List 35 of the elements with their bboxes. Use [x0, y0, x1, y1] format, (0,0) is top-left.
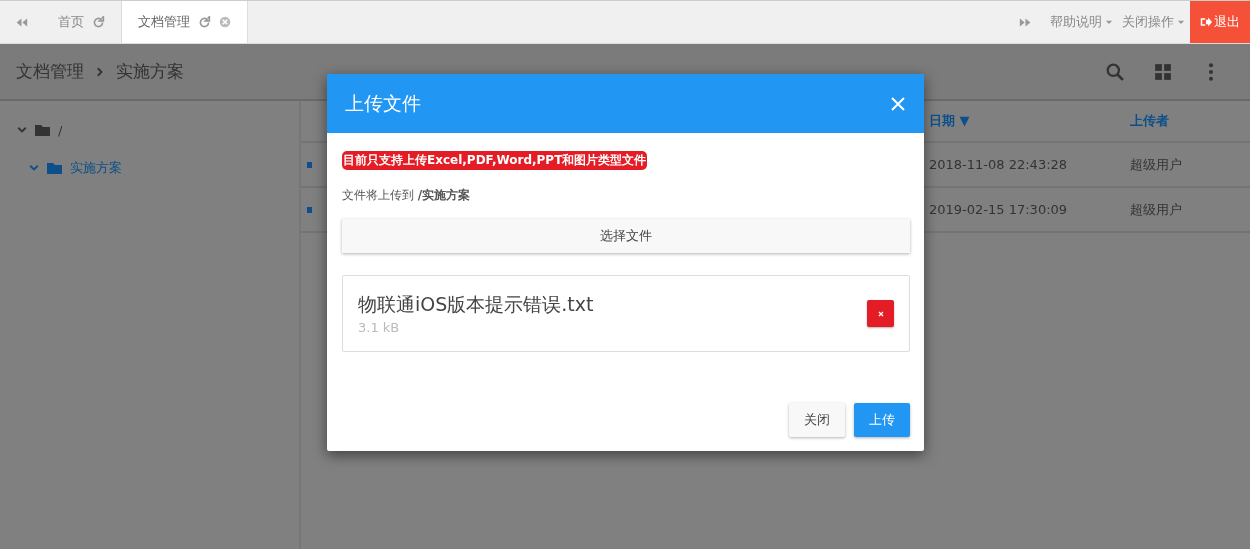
upload-target-text: 文件将上传到 /实施方案	[342, 187, 472, 204]
column-header[interactable]: 日期 ▼	[929, 112, 1130, 130]
close-icon	[876, 309, 885, 318]
search-icon	[1106, 62, 1124, 81]
upload-button[interactable]: 上传	[854, 403, 910, 437]
table-cell-text: 2018-11-08 22:43:28	[929, 157, 1069, 172]
cancel-button[interactable]: 关闭	[789, 403, 845, 437]
logout-button[interactable]: 退出	[1190, 1, 1250, 43]
breadcrumb-item[interactable]: 文档管理	[16, 60, 84, 83]
breadcrumb-item: 实施方案	[116, 60, 184, 83]
tree-node[interactable]: /	[16, 111, 283, 149]
dialog-title: 上传文件	[345, 90, 421, 116]
folder-icon	[34, 122, 52, 138]
menu-dropdown[interactable]: 帮助说明	[1046, 1, 1118, 43]
tab[interactable]: 文档管理	[122, 1, 248, 43]
sign-out-icon	[1200, 16, 1212, 28]
column-header[interactable]: 上传者	[1130, 112, 1250, 130]
close-circle-icon	[219, 16, 231, 28]
close-icon	[890, 95, 906, 112]
table-cell-text: 超级用户	[1130, 200, 1183, 219]
double-left-icon	[14, 15, 28, 29]
file-size: 3.1 kB	[358, 320, 401, 335]
choose-file-button[interactable]: 选择文件	[342, 219, 910, 253]
close-button[interactable]	[890, 95, 906, 112]
tree-node[interactable]: 实施方案	[16, 149, 283, 187]
remove-file-button[interactable]	[867, 300, 894, 327]
folder-icon	[46, 160, 64, 176]
refresh-icon	[198, 15, 211, 29]
grid-icon	[1154, 62, 1172, 81]
notice-text: 目前只支持上传Excel,PDF,Word,PPT和图片类型文件	[342, 151, 648, 170]
menu-dropdown[interactable]: 关闭操作	[1118, 1, 1190, 43]
table-cell-text: 超级用户	[1130, 155, 1183, 174]
file-name: 物联通iOS版本提示错误.txt	[358, 292, 594, 317]
refresh-icon	[92, 15, 105, 29]
table-cell-text: 2019-02-15 17:30:09	[929, 202, 1069, 217]
